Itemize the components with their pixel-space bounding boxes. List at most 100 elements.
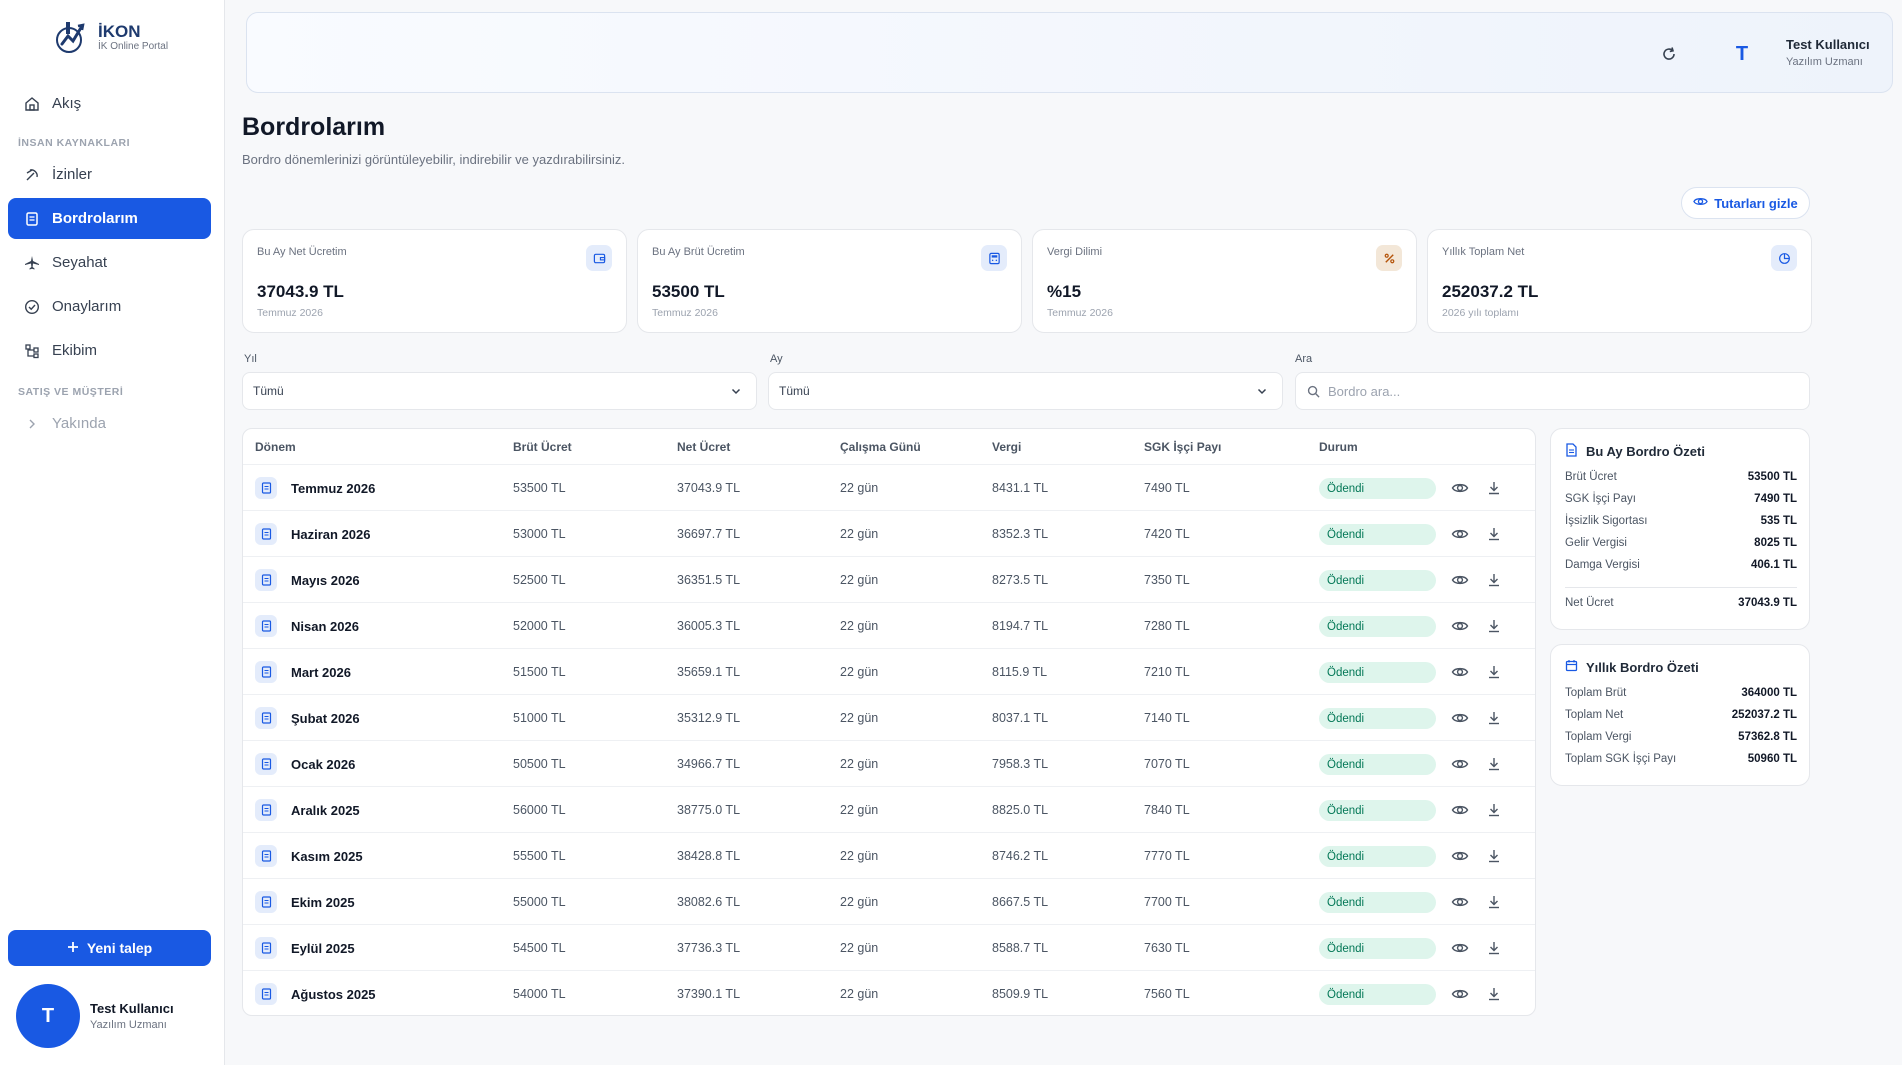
calendar-icon <box>1565 659 1578 675</box>
stat-card-yearly-net: Yıllık Toplam Net 252037.2 TL 2026 yılı … <box>1427 229 1812 333</box>
download-icon[interactable] <box>1485 709 1503 727</box>
cell-sgk: 7070 TL <box>1144 757 1190 771</box>
cell-workdays: 22 gün <box>840 849 879 863</box>
table-row[interactable]: Nisan 2026 52000 TL 36005.3 TL 22 gün 8194.7… <box>243 602 1535 648</box>
cell-gross: 54500 TL <box>513 941 566 955</box>
check-circle-icon <box>23 298 40 315</box>
cell-net: 38428.8 TL <box>677 849 741 863</box>
cell-period: Temmuz 2026 <box>291 480 376 496</box>
sidebar-item-ekibim[interactable]: Ekibim <box>8 330 211 371</box>
cell-period: Ekim 2025 <box>291 894 355 910</box>
table-row[interactable]: Ağustos 2025 54000 TL 37390.1 TL 22 gün 8509… <box>243 970 1535 1015</box>
table-row[interactable]: Ocak 2026 50500 TL 34966.7 TL 22 gün 7958.3 … <box>243 740 1535 786</box>
download-icon[interactable] <box>1485 801 1503 819</box>
cell-tax: 8667.5 TL <box>992 895 1049 909</box>
pie-chart-icon <box>1771 245 1797 271</box>
new-request-button[interactable]: Yeni talep <box>8 930 211 966</box>
cell-workdays: 22 gün <box>840 619 879 633</box>
sidebar-user[interactable]: T Test Kullanıcı Yazılım Uzmanı <box>16 984 174 1048</box>
cell-gross: 56000 TL <box>513 803 566 817</box>
status-badge: Ödendi <box>1319 846 1436 867</box>
cell-gross: 55500 TL <box>513 849 566 863</box>
document-icon <box>255 799 277 821</box>
cell-period: Kasım 2025 <box>291 848 363 864</box>
view-icon[interactable] <box>1451 755 1469 773</box>
view-icon[interactable] <box>1451 479 1469 497</box>
cell-tax: 7958.3 TL <box>992 757 1049 771</box>
document-icon <box>255 891 277 913</box>
download-icon[interactable] <box>1485 571 1503 589</box>
document-icon <box>255 707 277 729</box>
table-row[interactable]: Eylül 2025 54500 TL 37736.3 TL 22 gün 8588.7… <box>243 924 1535 970</box>
download-icon[interactable] <box>1485 893 1503 911</box>
stat-card-tax-bracket: Vergi Dilimi %15 Temmuz 2026 <box>1032 229 1417 333</box>
avatar: T <box>16 984 80 1048</box>
view-icon[interactable] <box>1451 525 1469 543</box>
view-icon[interactable] <box>1451 617 1469 635</box>
table-row[interactable]: Ekim 2025 55000 TL 38082.6 TL 22 gün 8667.5 … <box>243 878 1535 924</box>
page-subtitle: Bordro dönemlerinizi görüntüleyebilir, i… <box>242 152 625 167</box>
table-row[interactable]: Aralık 2025 56000 TL 38775.0 TL 22 gün 8825.… <box>243 786 1535 832</box>
refresh-icon[interactable] <box>1660 45 1678 63</box>
cell-sgk: 7210 TL <box>1144 665 1190 679</box>
yearly-summary-header: Yıllık Bordro Özeti <box>1565 659 1699 675</box>
table-row[interactable]: Şubat 2026 51000 TL 35312.9 TL 22 gün 8037.1… <box>243 694 1535 740</box>
topbar-user-role: Yazılım Uzmanı <box>1786 56 1863 68</box>
table-row[interactable]: Temmuz 2026 53500 TL 37043.9 TL 22 gün 8431.… <box>243 464 1535 510</box>
cell-period: Mart 2026 <box>291 664 351 680</box>
sidebar-item-akis[interactable]: Akış <box>8 83 211 124</box>
month-select[interactable]: Tümü <box>768 372 1283 410</box>
sidebar-item-izinler[interactable]: İzinler <box>8 154 211 195</box>
download-icon[interactable] <box>1485 479 1503 497</box>
search-input[interactable] <box>1328 383 1809 399</box>
cell-gross: 51000 TL <box>513 711 566 725</box>
view-icon[interactable] <box>1451 985 1469 1003</box>
table-row[interactable]: Mayıs 2026 52500 TL 36351.5 TL 22 gün 8273.5… <box>243 556 1535 602</box>
cell-sgk: 7490 TL <box>1144 481 1190 495</box>
hide-amounts-button[interactable]: Tutarları gizle <box>1681 187 1810 219</box>
cell-gross: 53000 TL <box>513 527 566 541</box>
brand-tagline: İK Online Portal <box>98 41 169 52</box>
year-select[interactable]: Tümü <box>242 372 757 410</box>
cell-net: 35312.9 TL <box>677 711 741 725</box>
view-icon[interactable] <box>1451 709 1469 727</box>
logo[interactable]: İKON İK Online Portal <box>52 18 168 58</box>
view-icon[interactable] <box>1451 571 1469 589</box>
download-icon[interactable] <box>1485 985 1503 1003</box>
download-icon[interactable] <box>1485 847 1503 865</box>
table-row[interactable]: Haziran 2026 53000 TL 36697.7 TL 22 gün 8352… <box>243 510 1535 556</box>
download-icon[interactable] <box>1485 663 1503 681</box>
card-value: 37043.9 TL <box>257 282 344 301</box>
topbar-avatar[interactable]: T <box>1722 36 1762 72</box>
view-icon[interactable] <box>1451 847 1469 865</box>
download-icon[interactable] <box>1485 617 1503 635</box>
sidebar-item-label: İzinler <box>52 166 93 183</box>
leave-icon <box>23 166 40 183</box>
sidebar-item-bordrolarim[interactable]: Bordrolarım <box>8 198 211 239</box>
view-icon[interactable] <box>1451 939 1469 957</box>
download-icon[interactable] <box>1485 525 1503 543</box>
view-icon[interactable] <box>1451 663 1469 681</box>
month-label: Ay <box>770 353 783 365</box>
table-row[interactable]: Kasım 2025 55500 TL 38428.8 TL 22 gün 8746.2… <box>243 832 1535 878</box>
section-hr: İNSAN KAYNAKLARI <box>18 137 131 149</box>
cell-period: Aralık 2025 <box>291 802 360 818</box>
topbar-user-name: Test Kullanıcı <box>1786 37 1870 52</box>
table-row[interactable]: Mart 2026 51500 TL 35659.1 TL 22 gün 8115.9 … <box>243 648 1535 694</box>
cell-tax: 8352.3 TL <box>992 527 1049 541</box>
card-sub: 2026 yılı toplamı <box>1442 307 1520 319</box>
view-icon[interactable] <box>1451 893 1469 911</box>
cell-period: Eylül 2025 <box>291 940 355 956</box>
sidebar-item-onaylarim[interactable]: Onaylarım <box>8 286 211 327</box>
receipt-icon <box>23 210 40 227</box>
card-label: Bu Ay Brüt Ücretim <box>652 246 745 258</box>
cell-tax: 8273.5 TL <box>992 573 1049 587</box>
column-header-gross: Brüt Ücret <box>513 439 572 454</box>
topbar-user[interactable]: Test Kullanıcı Yazılım Uzmanı <box>1786 37 1870 68</box>
sidebar-item-seyahat[interactable]: Seyahat <box>8 242 211 283</box>
download-icon[interactable] <box>1485 755 1503 773</box>
cell-sgk: 7140 TL <box>1144 711 1190 725</box>
cell-period: Ağustos 2025 <box>291 986 376 1002</box>
view-icon[interactable] <box>1451 801 1469 819</box>
download-icon[interactable] <box>1485 939 1503 957</box>
